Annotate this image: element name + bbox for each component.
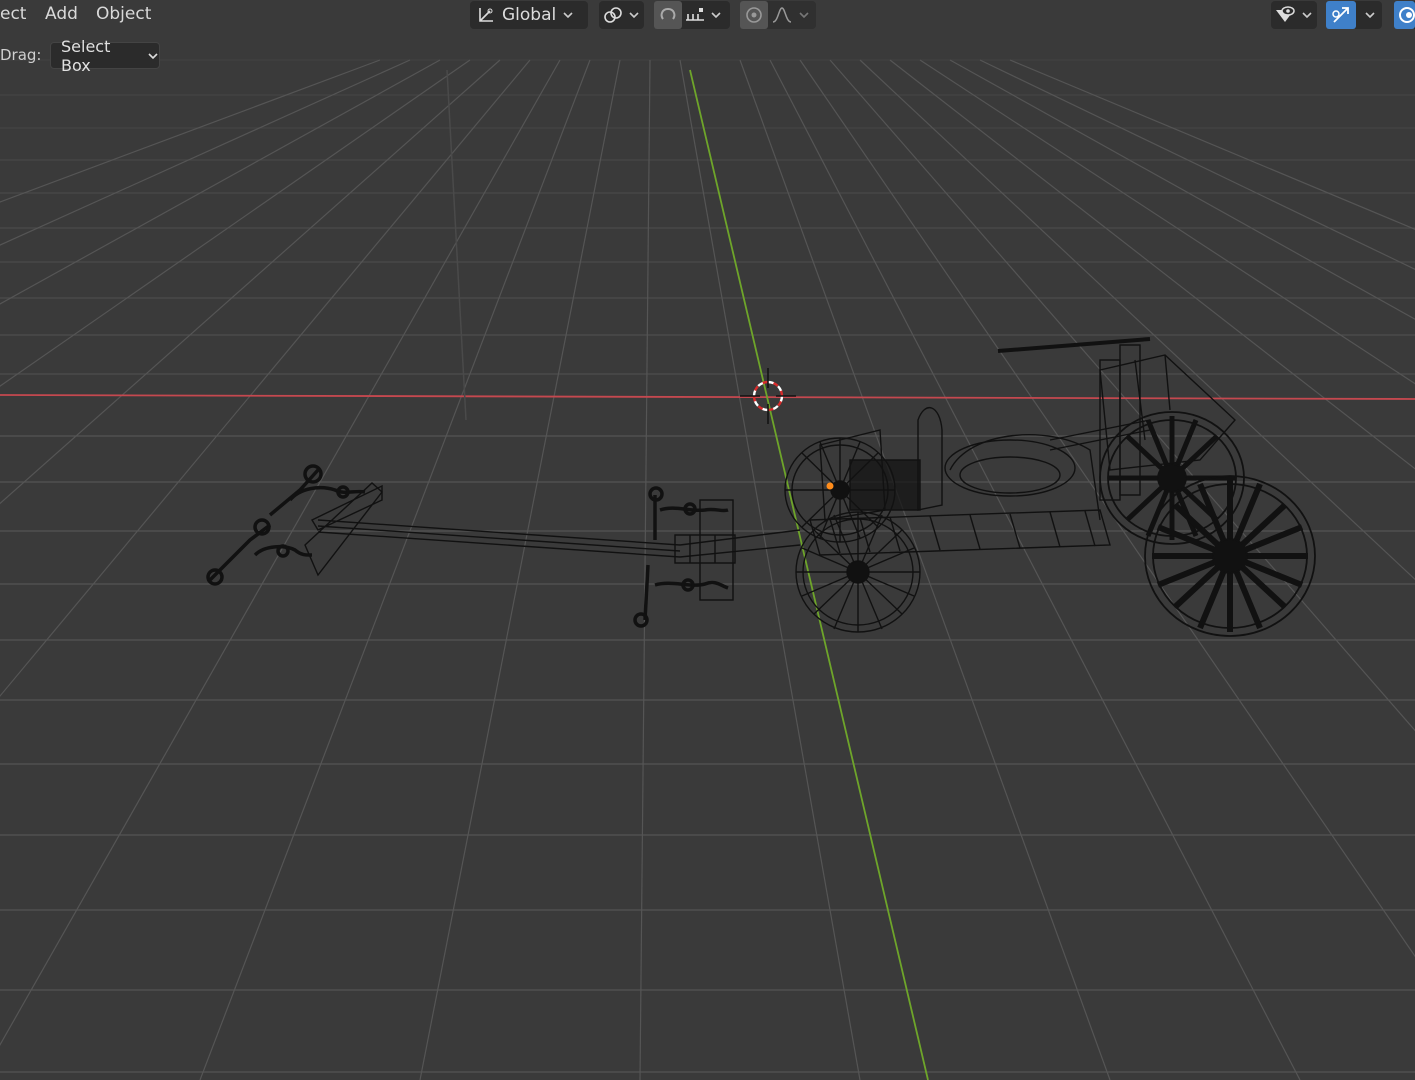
chevron-down-icon: [147, 46, 159, 65]
magnet-snap-icon[interactable]: [654, 1, 682, 29]
menu-object[interactable]: Object: [96, 4, 151, 24]
yoke-chains-left: [206, 464, 366, 586]
falloff-curve-icon[interactable]: [768, 1, 796, 29]
object-origin-dot: [826, 482, 834, 490]
3d-cursor-icon[interactable]: [740, 368, 796, 424]
menu-select[interactable]: ect: [0, 4, 26, 24]
chevron-down-icon: [1301, 10, 1313, 20]
transform-orientation-label: Global: [502, 5, 557, 25]
front-wheel-front: [795, 511, 921, 633]
eye-visibility-icon: [1271, 1, 1299, 29]
front-wheel-back: [784, 437, 896, 543]
chevron-down-icon: [562, 10, 574, 20]
pivot-point-dropdown[interactable]: [599, 1, 644, 29]
drag-select-value: Select Box: [61, 36, 111, 75]
proportional-edit-icon[interactable]: [740, 1, 768, 29]
chevron-down-icon[interactable]: [798, 10, 810, 20]
visibility-dropdown[interactable]: [1271, 1, 1317, 29]
chevron-down-icon[interactable]: [1364, 10, 1376, 20]
snap-group: [654, 1, 730, 29]
rear-wheel-back: [1099, 411, 1245, 545]
axis-gizmo-icon: [470, 1, 502, 29]
pivot-link-icon: [599, 1, 626, 29]
viewport-header: ect Add Object Global: [0, 0, 1415, 30]
drag-select-dropdown[interactable]: Select Box: [50, 37, 160, 75]
carriage-pole: [317, 519, 801, 558]
proportional-edit-group: [740, 1, 816, 29]
menu-add[interactable]: Add: [45, 4, 78, 24]
x-axis-line: [0, 394, 1415, 400]
chevron-down-icon[interactable]: [710, 10, 722, 20]
gizmo-toggle-icon[interactable]: [1326, 1, 1356, 29]
3d-viewport[interactable]: ect Add Object Global Drag: Select Box: [0, 0, 1415, 1080]
viewport-scene[interactable]: [0, 0, 1415, 1080]
overlay-icon: [1394, 1, 1415, 29]
gizmo-dropdown[interactable]: [1326, 1, 1382, 29]
rear-wheel-front: [1144, 475, 1316, 637]
chevron-down-icon: [628, 10, 640, 20]
snap-increment-icon[interactable]: [682, 1, 708, 29]
y-axis-line: [689, 69, 929, 1080]
drag-label: Drag:: [0, 46, 42, 64]
carriage-body: [809, 407, 1151, 556]
transform-orientation-dropdown[interactable]: Global: [470, 1, 588, 29]
camera-guide-line: [446, 69, 467, 421]
overlay-toggle[interactable]: [1394, 1, 1415, 29]
